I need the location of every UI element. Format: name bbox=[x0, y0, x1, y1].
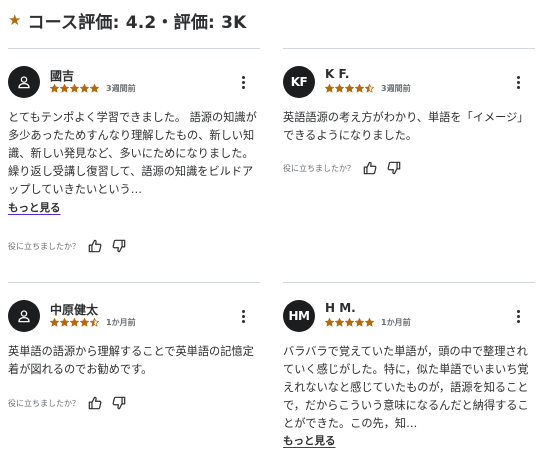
star-rating bbox=[325, 84, 375, 93]
reviewer-name: H M. bbox=[325, 301, 356, 315]
review-card: 國吉 3週間前 とてもテンポよく学習できました。 語源の知識が多少あったためすん… bbox=[8, 48, 260, 268]
star-icon bbox=[80, 84, 89, 93]
avatar bbox=[8, 66, 40, 98]
star-icon bbox=[80, 318, 89, 327]
review-date: 3週間前 bbox=[106, 84, 136, 93]
star-icon bbox=[50, 84, 59, 93]
star-icon bbox=[325, 318, 334, 327]
star-icon bbox=[355, 84, 364, 93]
review-header: 國吉 3週間前 bbox=[8, 66, 260, 98]
helpful-feedback: 役に立ちましたか？ bbox=[8, 237, 134, 255]
star-icon bbox=[60, 318, 69, 327]
helpful-feedback: 役に立ちましたか？ bbox=[8, 394, 134, 412]
review-meta: 1か月前 bbox=[325, 317, 411, 328]
review-date: 1か月前 bbox=[381, 318, 411, 327]
review-meta: 3週間前 bbox=[50, 83, 136, 94]
divider bbox=[8, 48, 260, 49]
review-text: バラバラで覚えていた単語が，頭の中で整理されていく感じがした。特に，似た単語でい… bbox=[283, 345, 529, 430]
show-more-link[interactable]: もっと見る bbox=[283, 433, 336, 448]
course-rating-header: ★ コース評価: 4.2・評価: 3K bbox=[8, 8, 247, 33]
thumbs-down-button[interactable] bbox=[385, 159, 403, 177]
star-rating bbox=[325, 318, 375, 327]
star-icon bbox=[355, 318, 364, 327]
thumbs-up-icon bbox=[88, 239, 102, 253]
star-icon bbox=[60, 84, 69, 93]
divider bbox=[283, 282, 535, 283]
divider bbox=[8, 282, 260, 283]
star-rating bbox=[50, 84, 100, 93]
helpful-question: 役に立ちましたか？ bbox=[8, 398, 80, 408]
review-card: HM H M. 1か月前 バラバラで覚えていた単語が，頭の中で整理されていく感じ… bbox=[283, 282, 535, 454]
thumbs-up-icon bbox=[88, 396, 102, 410]
review-meta: 1か月前 bbox=[50, 317, 136, 328]
thumbs-down-button[interactable] bbox=[110, 237, 128, 255]
show-more-link[interactable]: もっと見る bbox=[8, 200, 61, 215]
divider bbox=[283, 48, 535, 49]
more-options-button[interactable] bbox=[236, 72, 250, 92]
more-options-button[interactable] bbox=[511, 306, 525, 326]
star-rating bbox=[50, 318, 100, 327]
star-icon bbox=[70, 318, 79, 327]
helpful-feedback: 役に立ちましたか？ bbox=[283, 159, 409, 177]
reviewer-name: 中原健太 bbox=[50, 303, 99, 317]
star-icon bbox=[90, 84, 99, 93]
star-icon bbox=[345, 318, 354, 327]
thumbs-down-button[interactable] bbox=[110, 394, 128, 412]
review-header: KF K F. 3週間前 bbox=[283, 66, 535, 98]
thumbs-down-icon bbox=[387, 161, 401, 175]
star-icon bbox=[365, 84, 374, 93]
helpful-question: 役に立ちましたか？ bbox=[283, 163, 355, 173]
star-icon bbox=[335, 318, 344, 327]
review-header: HM H M. 1か月前 bbox=[283, 300, 535, 332]
avatar: KF bbox=[283, 66, 315, 98]
star-icon bbox=[345, 84, 354, 93]
thumbs-up-button[interactable] bbox=[361, 159, 379, 177]
avatar: HM bbox=[283, 300, 315, 332]
star-icon: ★ bbox=[8, 10, 22, 29]
more-options-button[interactable] bbox=[236, 306, 250, 326]
star-icon bbox=[335, 84, 344, 93]
reviewer-name: K F. bbox=[325, 67, 350, 81]
thumbs-down-icon bbox=[112, 396, 126, 410]
star-icon bbox=[90, 318, 99, 327]
star-icon bbox=[325, 84, 334, 93]
review-card: 中原健太 1か月前 英単語の語源から理解することで英単語の記憶定着が図れるのでお… bbox=[8, 282, 260, 452]
thumbs-down-icon bbox=[112, 239, 126, 253]
review-text: 英語語源の考え方がわかり、単語を「イメージ」できるようになりました。 bbox=[283, 111, 529, 142]
star-icon bbox=[50, 318, 59, 327]
thumbs-up-icon bbox=[363, 161, 377, 175]
star-icon bbox=[365, 318, 374, 327]
review-meta: 3週間前 bbox=[325, 83, 411, 94]
reviewer-name: 國吉 bbox=[50, 69, 75, 83]
review-text: 英単語の語源から理解することで英単語の記憶定着が図れるのでお勧めです。 bbox=[8, 345, 254, 376]
thumbs-up-button[interactable] bbox=[86, 237, 104, 255]
more-options-button[interactable] bbox=[511, 72, 525, 92]
helpful-question: 役に立ちましたか？ bbox=[8, 241, 80, 251]
avatar bbox=[8, 300, 40, 332]
review-text: とてもテンポよく学習できました。 語源の知識が多少あったためすんなり理解したもの… bbox=[8, 111, 257, 196]
review-date: 1か月前 bbox=[106, 318, 136, 327]
user-icon bbox=[18, 310, 30, 323]
user-icon bbox=[18, 76, 30, 89]
review-date: 3週間前 bbox=[381, 84, 411, 93]
thumbs-up-button[interactable] bbox=[86, 394, 104, 412]
star-icon bbox=[70, 84, 79, 93]
review-header: 中原健太 1か月前 bbox=[8, 300, 260, 332]
review-card: KF K F. 3週間前 英語語源の考え方がわかり、単語を「イメージ」できるよう… bbox=[283, 48, 535, 268]
course-rating-title: コース評価: 4.2・評価: 3K bbox=[27, 12, 247, 33]
